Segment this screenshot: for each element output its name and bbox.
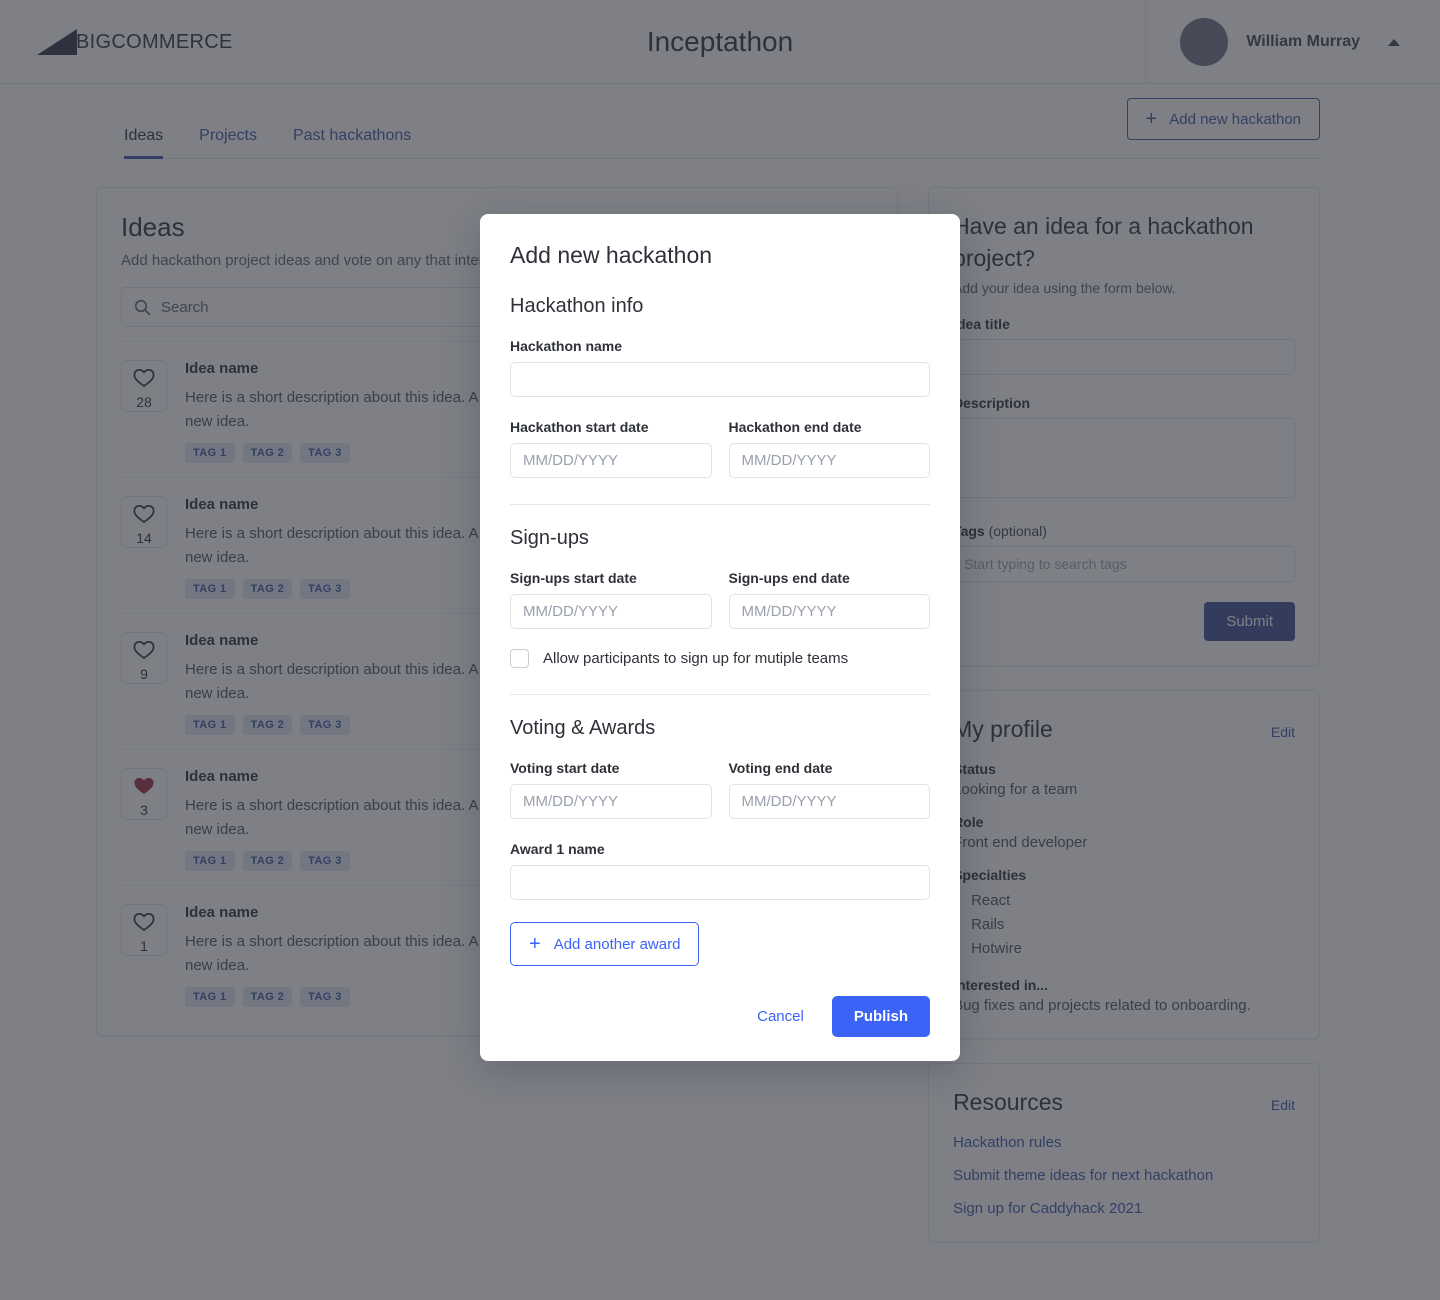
hackathon-name-input[interactable] <box>510 362 930 397</box>
award-group: Award 1 name <box>510 841 930 900</box>
section-signups: Sign-ups <box>510 527 589 549</box>
hackathon-end-label: Hackathon end date <box>728 419 862 435</box>
hackathon-end-input[interactable] <box>728 443 930 478</box>
hackathon-start-group: Hackathon start date <box>510 419 712 478</box>
add-another-award-label: Add another award <box>553 935 681 953</box>
add-another-award-button[interactable]: + Add another award <box>510 922 700 966</box>
multi-team-label: Allow participants to sign up for mutipl… <box>543 650 849 667</box>
multi-team-row[interactable]: Allow participants to sign up for mutipl… <box>510 649 930 668</box>
plus-icon: + <box>529 933 541 955</box>
modal-actions: Cancel Publish <box>510 996 930 1037</box>
multi-team-checkbox[interactable] <box>510 649 529 668</box>
voting-end-label: Voting end date <box>728 760 833 776</box>
hackathon-start-input[interactable] <box>510 443 712 478</box>
voting-end-input[interactable] <box>728 784 930 819</box>
voting-start-label: Voting start date <box>510 760 620 776</box>
section-hackathon-info: Hackathon info <box>510 295 644 317</box>
hackathon-name-label: Hackathon name <box>510 338 623 354</box>
signup-dates-row: Sign-ups start date Sign-ups end date <box>510 570 930 629</box>
signup-end-input[interactable] <box>728 594 930 629</box>
signup-end-group: Sign-ups end date <box>728 570 930 629</box>
add-hackathon-modal: Add new hackathon Hackathon info Hackath… <box>480 214 960 1061</box>
voting-end-group: Voting end date <box>728 760 930 819</box>
publish-button[interactable]: Publish <box>831 996 930 1037</box>
voting-start-input[interactable] <box>510 784 712 819</box>
signup-start-input[interactable] <box>510 594 712 629</box>
divider-signups <box>510 504 930 505</box>
hackathon-end-group: Hackathon end date <box>728 419 930 478</box>
award-1-input[interactable] <box>510 865 930 900</box>
divider-voting <box>510 694 930 695</box>
voting-dates-row: Voting start date Voting end date <box>510 760 930 819</box>
voting-start-group: Voting start date <box>510 760 712 819</box>
signup-end-label: Sign-ups end date <box>728 570 850 586</box>
signup-start-label: Sign-ups start date <box>510 570 637 586</box>
cancel-button[interactable]: Cancel <box>755 1002 806 1031</box>
section-voting-awards: Voting & Awards <box>510 717 656 739</box>
award-1-label: Award 1 name <box>510 841 605 857</box>
hackathon-start-label: Hackathon start date <box>510 419 649 435</box>
modal-title: Add new hackathon <box>510 242 713 268</box>
signup-start-group: Sign-ups start date <box>510 570 712 629</box>
hackathon-dates-row: Hackathon start date Hackathon end date <box>510 419 930 478</box>
